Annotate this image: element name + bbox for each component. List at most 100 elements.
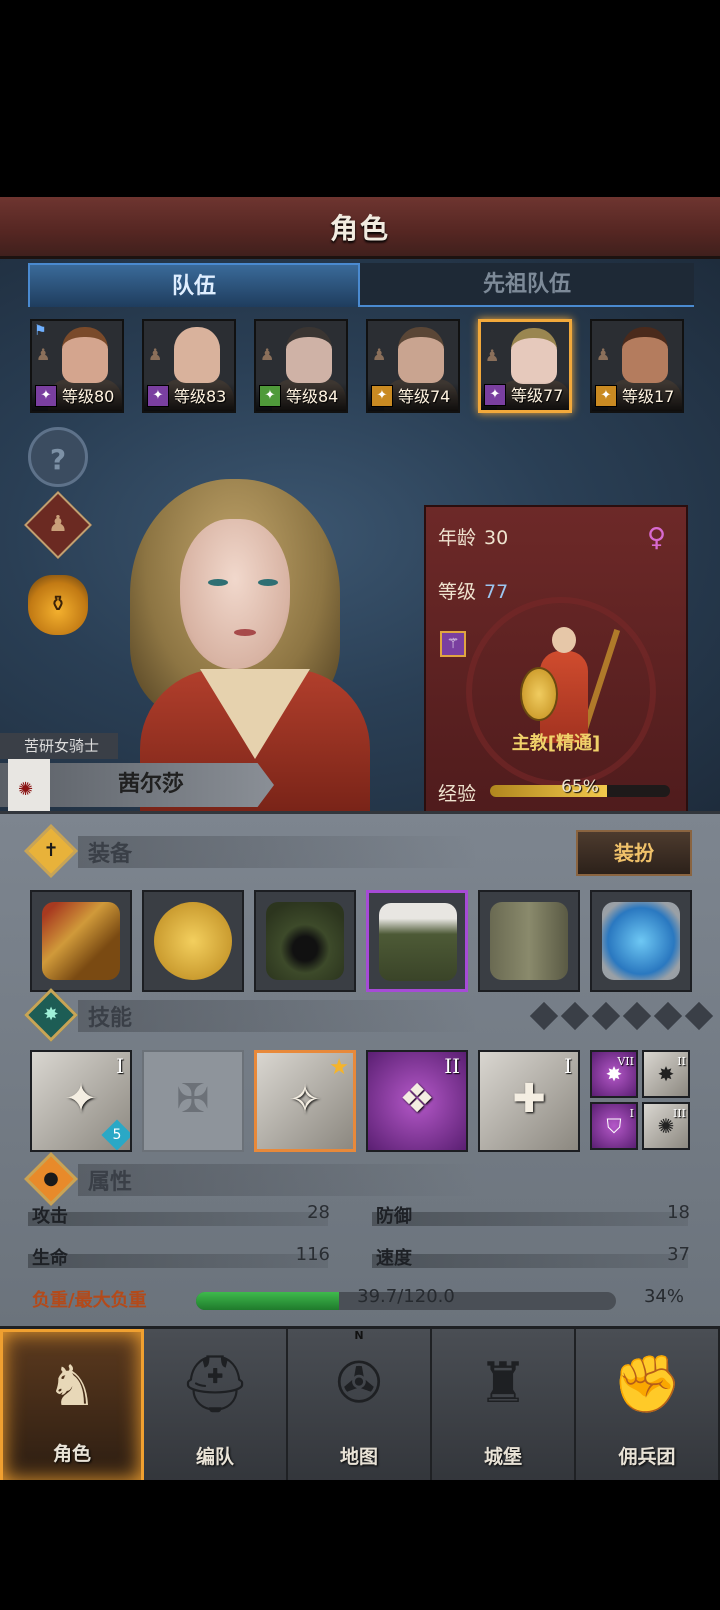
party-member[interactable]: ♟ 等级17 ✦ bbox=[590, 319, 684, 413]
cloak-icon bbox=[379, 903, 457, 981]
hp-value: 116 bbox=[295, 1244, 330, 1265]
tab-party[interactable]: 队伍 bbox=[28, 263, 360, 307]
star-badge-icon: ★ bbox=[329, 1055, 349, 1080]
passive-rank: II bbox=[677, 1055, 686, 1068]
recruit-icon: ♟ bbox=[36, 345, 51, 364]
shatter-icon[interactable]: ✺ III bbox=[642, 1102, 690, 1150]
age-row: 年龄 30 bbox=[438, 523, 508, 550]
help-icon[interactable]: ? bbox=[28, 427, 88, 487]
recruit-icon: ♟ bbox=[260, 345, 275, 364]
passive-glyph: ✺ bbox=[657, 1114, 675, 1138]
class-card: 年龄 30 ♀ 等级 77 ⚚ 主教[精通] 经验 65% bbox=[424, 505, 688, 827]
page-title: 角色 bbox=[329, 212, 390, 245]
star-icon: ✸ bbox=[24, 988, 78, 1042]
potion-icon[interactable]: ⚱ bbox=[28, 575, 88, 635]
hero-name[interactable]: 茜尔莎 bbox=[118, 765, 184, 805]
header: 角色 bbox=[0, 197, 720, 259]
nav-helmet[interactable]: ⛑ 编队 bbox=[144, 1329, 288, 1480]
passive-rank: I bbox=[629, 1107, 634, 1120]
compass-north: N bbox=[354, 1329, 364, 1342]
passive-rank: VII bbox=[617, 1055, 634, 1068]
shield-icon: ✦ bbox=[371, 385, 393, 407]
round-shield-icon bbox=[154, 902, 232, 980]
game-screen: 角色 队伍 先祖队伍 ♟ ⚑ 等级80 ✦ ♟ 等级83 ✦ ♟ 等级84 ✦ ♟ 等级74 ✦ ♟ 等级7… bbox=[0, 197, 720, 1480]
spear-heal-icon: ✦ bbox=[64, 1076, 98, 1122]
age-value: 30 bbox=[484, 527, 509, 549]
skill-slot[interactable]: ✠ bbox=[142, 1050, 244, 1152]
burst-icon[interactable]: ✸ VII bbox=[590, 1050, 638, 1098]
skill-rank: I bbox=[564, 1054, 572, 1078]
skill-slot[interactable]: ❖ II bbox=[366, 1050, 468, 1152]
attr-hp: 生命 116 bbox=[28, 1244, 334, 1272]
equipment-slots bbox=[30, 890, 694, 994]
nav-castle[interactable]: ♜ 城堡 bbox=[432, 1329, 576, 1480]
staff-icon[interactable]: ⚚ bbox=[440, 631, 466, 657]
skill-point-icon bbox=[622, 1001, 652, 1031]
party-member[interactable]: ♟ 等级74 ✦ bbox=[366, 319, 460, 413]
skill-point-icon bbox=[529, 1001, 559, 1031]
attr-defense: 防御 18 bbox=[372, 1202, 694, 1230]
equipment-slot[interactable] bbox=[30, 890, 132, 992]
speed-label: 速度 bbox=[376, 1248, 412, 1269]
nav-fist-banner[interactable]: ✊ 佣兵团 bbox=[576, 1329, 720, 1480]
skill-slot[interactable]: ✚ I bbox=[478, 1050, 580, 1152]
level-label: 等级 bbox=[438, 581, 477, 603]
person-icon: ● bbox=[24, 1152, 78, 1206]
skills-title: 技能 bbox=[88, 1006, 133, 1031]
details-panel: ✝ 装备 装扮 ✸ 技能 ✦ I 5 ✠ ✧ ★ ❖ II ✚ I ✸ VII ✸ II ⛉ I ✺ III ● … bbox=[0, 811, 720, 1326]
mace-icon bbox=[42, 902, 120, 980]
nav-label: 佣兵团 bbox=[618, 1446, 676, 1468]
exp-label: 经验 bbox=[438, 783, 477, 805]
recruit-icon: ♟ bbox=[372, 345, 387, 364]
age-label: 年龄 bbox=[438, 527, 477, 549]
equipment-slot[interactable] bbox=[590, 890, 692, 992]
tab-bar: 队伍 先祖队伍 bbox=[28, 259, 694, 309]
castle-icon: ♜ bbox=[477, 1351, 529, 1416]
nav-label: 城堡 bbox=[483, 1446, 522, 1468]
nav-label: 编队 bbox=[195, 1446, 234, 1468]
passive-rank: III bbox=[672, 1107, 686, 1120]
skill-point-icon bbox=[560, 1001, 590, 1031]
skill-slot[interactable]: ✦ I 5 bbox=[30, 1050, 132, 1152]
level-value: 77 bbox=[484, 581, 509, 603]
crystal-heal-icon: ✧ bbox=[288, 1077, 322, 1123]
skill-slots: ✦ I 5 ✠ ✧ ★ ❖ II ✚ I ✸ VII ✸ II ⛉ I ✺ III bbox=[30, 1050, 694, 1154]
nav-compass[interactable]: ✇ 地图 N bbox=[288, 1329, 432, 1480]
skill-slot[interactable]: ✧ ★ bbox=[254, 1050, 356, 1152]
dress-up-button[interactable]: 装扮 bbox=[576, 830, 692, 876]
tab-ancestor-party[interactable]: 先祖队伍 bbox=[360, 263, 694, 307]
defense-value: 18 bbox=[667, 1202, 690, 1223]
equipment-slot[interactable] bbox=[254, 890, 356, 992]
party-member[interactable]: ♟ 等级84 ✦ bbox=[254, 319, 348, 413]
burst-light-icon[interactable]: ✸ II bbox=[642, 1050, 690, 1098]
equipment-slot[interactable] bbox=[478, 890, 580, 992]
staff-icon: ✦ bbox=[484, 384, 506, 406]
heart-amulet-icon bbox=[602, 902, 680, 980]
passive-glyph: ✸ bbox=[657, 1062, 675, 1086]
equipment-slot[interactable] bbox=[366, 890, 468, 992]
recruit-icon: ♟ bbox=[148, 345, 163, 364]
nav-label: 角色 bbox=[52, 1443, 91, 1465]
load-percent: 34% bbox=[643, 1286, 684, 1307]
load-label: 负重/最大负重 bbox=[32, 1290, 147, 1311]
party-member[interactable]: ♟ ⚑ 等级80 ✦ bbox=[30, 319, 124, 413]
fist-banner-icon: ✊ bbox=[612, 1352, 682, 1417]
nav-knight[interactable]: ♞ 角色 bbox=[0, 1329, 144, 1480]
equipment-slot[interactable] bbox=[142, 890, 244, 992]
trait-icon[interactable]: ♟ bbox=[24, 491, 92, 559]
speed-value: 37 bbox=[667, 1244, 690, 1265]
empty-slot-icon: ✠ bbox=[176, 1076, 210, 1122]
skill-point-icon bbox=[684, 1001, 714, 1031]
compass-icon: ✇ bbox=[335, 1351, 383, 1416]
hero-class-name: 苦研女骑士 bbox=[0, 733, 118, 759]
skill-rank: II bbox=[444, 1054, 460, 1078]
crossed-swords-icon: ✦ bbox=[259, 385, 281, 407]
crystal-arm-icon: ❖ bbox=[399, 1076, 435, 1122]
hp-label: 生命 bbox=[32, 1248, 68, 1269]
defense-label: 防御 bbox=[376, 1206, 412, 1227]
shield-buff-icon[interactable]: ⛉ I bbox=[590, 1102, 638, 1150]
skills-header: ✸ 技能 bbox=[24, 988, 714, 1042]
party-member[interactable]: ♟ 等级77 ✦ bbox=[478, 319, 572, 413]
load-row: 负重/最大负重 39.7/120.0 34% bbox=[28, 1286, 694, 1316]
party-member[interactable]: ♟ 等级83 ✦ bbox=[142, 319, 236, 413]
